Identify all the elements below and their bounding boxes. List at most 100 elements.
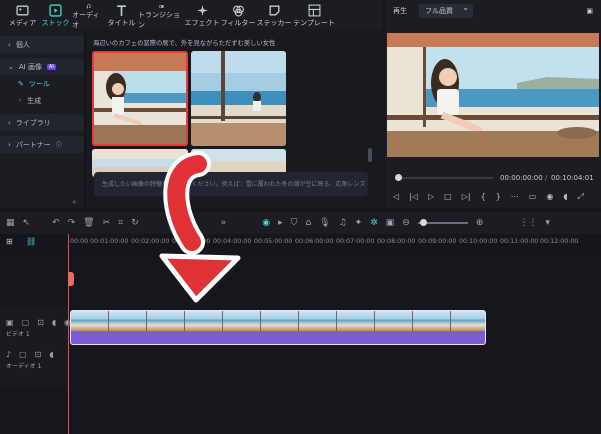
media-icon [16,5,29,16]
next-frame-icon[interactable]: ▷| [462,192,471,202]
preview-label: 再生 [393,7,407,15]
mark-in-icon[interactable]: ◁ [393,192,399,202]
chevron-right-icon: › [8,118,11,127]
folder-icon[interactable]: ▢ [19,350,27,359]
toolbar-item-stock[interactable]: ストック [39,0,72,30]
quality-select[interactable]: フル品質 [419,3,473,18]
layout-grid-icon[interactable]: ⋮⋮ [519,218,537,228]
playback-controls: 00:00:00:00 / 00:10:04:01 ◁ |◁ ▷ □ ▷| { … [393,174,594,202]
scrollbar-thumb[interactable] [368,148,372,162]
volume-icon[interactable]: ◖ [563,192,567,202]
play-icon[interactable]: ▷ [428,192,434,202]
caption-icon[interactable]: ▣ [386,218,395,228]
select-tool-icon[interactable]: ↖ [23,218,31,228]
transition-icon [158,5,164,8]
video-track-label: ビデオ 1 [6,331,30,338]
sidebar-item-generate[interactable]: ◦ 生成 [0,92,84,109]
audio-track-header: ♪ ▢ ⊡ ◖ オーディオ 1 [0,346,68,386]
sidebar-item-ai-image[interactable]: ⌄ AI 画像 AI [0,58,84,75]
collapse-sidebar-icon[interactable]: « [72,198,76,206]
progress-handle[interactable] [395,174,402,181]
audio-track-label: オーディオ 1 [6,363,42,370]
delete-icon[interactable]: 🗑 [83,218,94,228]
fullscreen-icon[interactable]: ⤢ [578,192,584,202]
play-circle-icon[interactable]: ▸ [278,218,283,228]
camera-icon[interactable]: ◉ [546,192,553,202]
chevron-right-icon: › [8,140,11,149]
current-time: 00:00:00:00 [500,174,543,182]
snapshot-icon[interactable]: ▣ [586,7,593,15]
sidebar-item-personal[interactable]: › 個人 [0,36,84,53]
video-clip[interactable] [70,310,486,345]
grid-icon[interactable]: ▦ [6,218,15,228]
zoom-in-icon[interactable]: ⊕ [476,218,484,228]
sidebar-item-tool[interactable]: ✎ ツール [0,75,84,92]
red-arrow-annotation [159,151,241,303]
ai-tool-icon[interactable]: ◉ [262,218,270,228]
toolbar-item-effect[interactable]: エフェクト [184,0,220,30]
timeline-toolbar: ▦ ↖ ↶ ↷ 🗑 ✂ ⌗ ↻ » ◉ ▸ ⛉ ⌂ 🎙 ♫ ✦ ✲ ▣ ⊖ ⊕ … [0,212,601,234]
rotate-icon[interactable]: ↻ [131,218,139,228]
toolbar-item-filter[interactable]: フィルター [220,0,256,30]
toolbar-item-template[interactable]: テンプレート [292,0,336,30]
cafe-woman-frame [387,33,599,157]
sidebar-item-library[interactable]: › ライブラリ [0,114,84,131]
generated-image-1[interactable] [92,51,188,146]
generated-image-2[interactable] [191,51,286,146]
clip-frame [71,311,109,331]
toolbar-item-sticker[interactable]: ステッカー [256,0,292,30]
user-icon: ◦ [18,96,23,105]
timeline-ruler[interactable]: ⊞ ⛓ 00:00 00:01:00:00 00:02:00:00 00:03:… [0,234,601,250]
shield-icon[interactable]: ⛉ [291,218,298,228]
audio-mix-icon[interactable]: ♫ [339,218,347,228]
ai-gear-icon[interactable]: ✲ [370,218,378,228]
effect-icon [196,5,208,16]
audio-icon [86,4,91,9]
link-icon[interactable]: ⛓ [26,237,36,246]
bracket-right-icon[interactable]: } [496,192,501,202]
speaker-icon[interactable]: ◖ [49,350,53,359]
clip-frame [413,311,451,331]
toolbar-item-audio[interactable]: オーディオ [72,0,105,30]
display-icon[interactable]: ▭ [529,192,537,202]
redo-icon[interactable]: ↷ [68,218,76,228]
image-description: 海辺いのカフェの窓際の席で、外を見ながらただずむ美しい女性 [93,40,276,47]
preview-video-frame [387,33,599,157]
zoom-out-icon[interactable]: ⊖ [402,218,410,228]
video-track-header: ▣ ▢ ⊡ ◖ ◉ ビデオ 1 [0,306,71,350]
chevron-right-icon: › [8,40,11,49]
sticker-icon [269,5,279,16]
more-icon[interactable]: ⋯ [511,192,519,202]
music-icon: ♪ [6,350,12,359]
playhead-handle[interactable] [68,272,74,286]
playhead[interactable] [68,234,69,434]
toolbar-item-transition[interactable]: トランジション [138,0,184,30]
media-toolbar: メディア ストック オーディオ タイトル トランジション エフェクト フィルター… [0,0,383,30]
previous-frame-icon[interactable]: |◁ [409,192,418,202]
stop-icon[interactable]: □ [444,192,452,202]
progress-track[interactable] [397,177,493,179]
sparkle-icon[interactable]: ✦ [355,218,363,228]
mic-icon[interactable]: 🎙 [319,218,330,228]
add-track-icon[interactable]: ⊞ [6,237,13,246]
speaker-icon[interactable]: ◖ [52,318,56,327]
toolbar-item-title[interactable]: タイトル [105,0,138,30]
lock-icon[interactable]: ⊡ [37,318,44,327]
brush-icon: ✎ [18,79,24,88]
marker-icon[interactable]: ⌂ [305,218,311,228]
total-time: 00:10:04:01 [551,174,594,182]
clip-frame [451,311,485,331]
sidebar-item-partner[interactable]: › パートナー ⓘ [0,136,84,153]
toolbar-item-media[interactable]: メディア [6,0,39,30]
zoom-slider[interactable] [417,219,468,226]
undo-icon[interactable]: ↶ [52,218,60,228]
settings-icon[interactable]: ▾ [545,218,550,228]
bracket-left-icon[interactable]: { [481,192,486,202]
filter-icon [232,5,244,17]
stock-sidebar: › 個人 ⌄ AI 画像 AI ✎ ツール ◦ 生成 › ライブラリ › パート… [0,30,85,208]
crop-icon[interactable]: ⌗ [118,218,123,228]
lock-icon[interactable]: ⊡ [35,350,42,359]
zoom-slider-handle[interactable] [419,219,427,226]
folder-icon[interactable]: ▢ [22,318,30,327]
split-icon[interactable]: ✂ [103,218,111,228]
